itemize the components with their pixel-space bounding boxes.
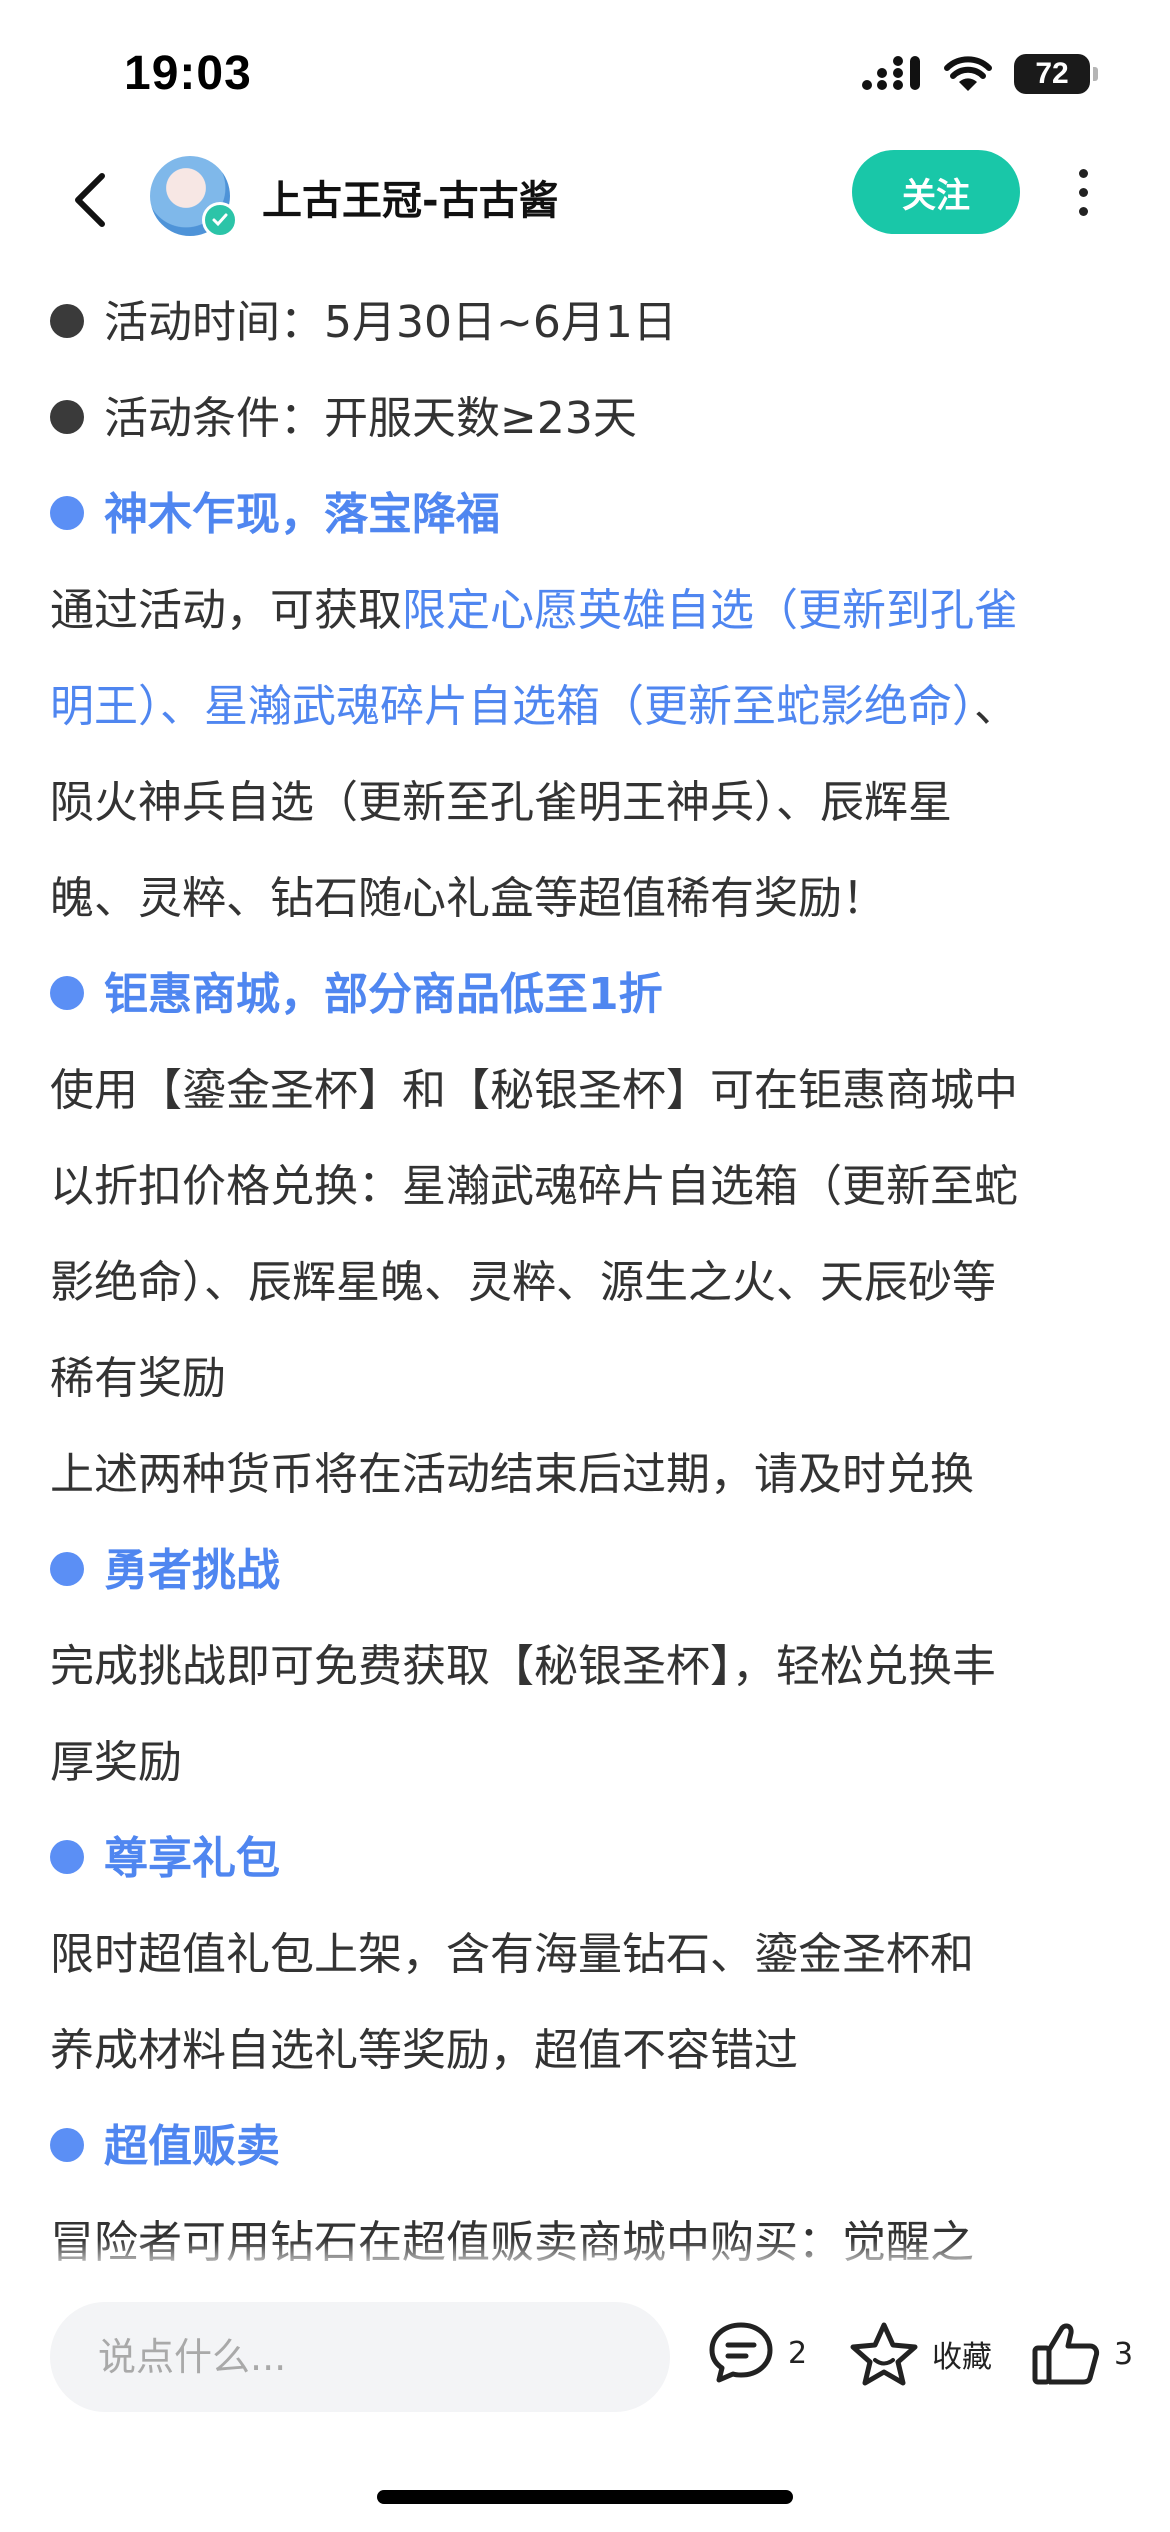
article-line: 影绝命）、辰辉星魄、灵粹、源生之火、天辰砂等 bbox=[50, 1257, 996, 1308]
status-icons: 72 bbox=[860, 54, 1098, 94]
star-icon bbox=[850, 2322, 918, 2386]
article-body: 活动时间：5月30日~6月1日 活动条件：开服天数≥23天 神木乍现，落宝降福 … bbox=[50, 275, 1130, 2291]
section-heading: 钜惠商城，部分商品低至1折 bbox=[50, 947, 1130, 1043]
article-line: 养成材料自选礼等奖励，超值不容错过 bbox=[50, 2025, 798, 2076]
battery-indicator: 72 bbox=[1014, 54, 1098, 94]
verified-badge-icon bbox=[202, 202, 238, 238]
article-line-text: 、 bbox=[974, 681, 1018, 732]
article-line: 厚奖励 bbox=[50, 1737, 182, 1788]
article-line: 限时超值礼包上架，含有海量钻石、鎏金圣杯和 bbox=[50, 1929, 974, 1980]
author-name[interactable]: 上古王冠-古古酱 bbox=[262, 168, 559, 226]
bullet-dot bbox=[50, 1552, 84, 1586]
article-line: 活动时间：5月30日~6月1日 bbox=[50, 275, 1130, 371]
favorite-label: 收藏 bbox=[932, 2340, 992, 2375]
article-line: 稀有奖励 bbox=[50, 1353, 226, 1404]
bullet-dot bbox=[50, 304, 84, 338]
bottom-fade bbox=[0, 2240, 1170, 2274]
article-line: 陨火神兵自选（更新至孔雀明王神兵）、辰辉星 bbox=[50, 777, 952, 828]
section-heading: 尊享礼包 bbox=[50, 1811, 1130, 1907]
article-line: 使用【鎏金圣杯】和【秘银圣杯】可在钜惠商城中 bbox=[50, 1065, 1018, 1116]
reward-link[interactable]: 明王）、星瀚武魂碎片自选箱（更新至蛇影绝命） bbox=[50, 681, 974, 732]
bullet-dot bbox=[50, 976, 84, 1010]
battery-level: 72 bbox=[1035, 57, 1069, 90]
bullet-dot bbox=[50, 2128, 84, 2162]
bullet-dot bbox=[50, 1840, 84, 1874]
section-heading-text: 超值贩卖 bbox=[104, 2121, 280, 2172]
follow-button[interactable]: 关注 bbox=[852, 150, 1020, 234]
comment-input[interactable] bbox=[50, 2302, 670, 2412]
status-bar: 19:03 72 bbox=[0, 0, 1170, 150]
more-options-button[interactable] bbox=[1058, 156, 1108, 228]
comment-bubble-icon bbox=[709, 2322, 773, 2383]
article-line: 以折扣价格兑换：星瀚武魂碎片自选箱（更新至蛇 bbox=[50, 1161, 1018, 1212]
like-button[interactable]: 3 bbox=[1030, 2320, 1133, 2388]
section-heading: 神木乍现，落宝降福 bbox=[50, 467, 1130, 563]
more-dot bbox=[1078, 206, 1088, 216]
reward-link[interactable]: 限定心愿英雄自选（更新到孔雀 bbox=[402, 585, 1018, 636]
article-line: 通过活动，可获取限定心愿英雄自选（更新到孔雀 bbox=[50, 563, 1130, 659]
like-count: 3 bbox=[1114, 2336, 1134, 2372]
article-line: 上述两种货币将在活动结束后过期，请及时兑换 bbox=[50, 1449, 974, 1500]
cellular-signal-icon bbox=[862, 56, 920, 90]
chevron-left-icon bbox=[75, 173, 105, 227]
section-heading: 勇者挑战 bbox=[50, 1523, 1130, 1619]
comment-count: 2 bbox=[788, 2335, 808, 2371]
section-heading-text: 神木乍现，落宝降福 bbox=[104, 489, 500, 540]
bottom-action-bar: 2 收藏 3 bbox=[0, 2274, 1170, 2532]
bullet-dot bbox=[50, 400, 84, 434]
section-heading-text: 尊享礼包 bbox=[104, 1833, 280, 1884]
wifi-icon bbox=[944, 56, 992, 91]
thumbs-up-icon bbox=[1032, 2323, 1100, 2385]
section-heading-text: 钜惠商城，部分商品低至1折 bbox=[104, 969, 663, 1020]
bullet-dot bbox=[50, 496, 84, 530]
article-line: 魄、灵粹、钻石随心礼盒等超值稀有奖励！ bbox=[50, 873, 886, 924]
back-button[interactable] bbox=[60, 164, 120, 236]
article-line-text: 活动时间：5月30日~6月1日 bbox=[104, 297, 677, 348]
section-heading: 超值贩卖 bbox=[50, 2099, 1130, 2195]
more-dot bbox=[1078, 168, 1088, 178]
comment-button[interactable]: 2 bbox=[706, 2320, 807, 2386]
home-indicator[interactable] bbox=[377, 2490, 793, 2504]
article-line: 活动条件：开服天数≥23天 bbox=[50, 371, 1130, 467]
article-line-text: 通过活动，可获取 bbox=[50, 585, 402, 636]
post-header: 上古王冠-古古酱 关注 bbox=[0, 150, 1170, 270]
article-line-text: 活动条件：开服天数≥23天 bbox=[104, 393, 637, 444]
section-heading-text: 勇者挑战 bbox=[104, 1545, 280, 1596]
status-time: 19:03 bbox=[124, 47, 252, 100]
favorite-button[interactable]: 收藏 bbox=[848, 2320, 992, 2388]
more-dot bbox=[1078, 187, 1088, 197]
article-line: 明王）、星瀚武魂碎片自选箱（更新至蛇影绝命）、 bbox=[50, 659, 1130, 755]
article-line: 完成挑战即可免费获取【秘银圣杯】，轻松兑换丰 bbox=[50, 1641, 996, 1692]
